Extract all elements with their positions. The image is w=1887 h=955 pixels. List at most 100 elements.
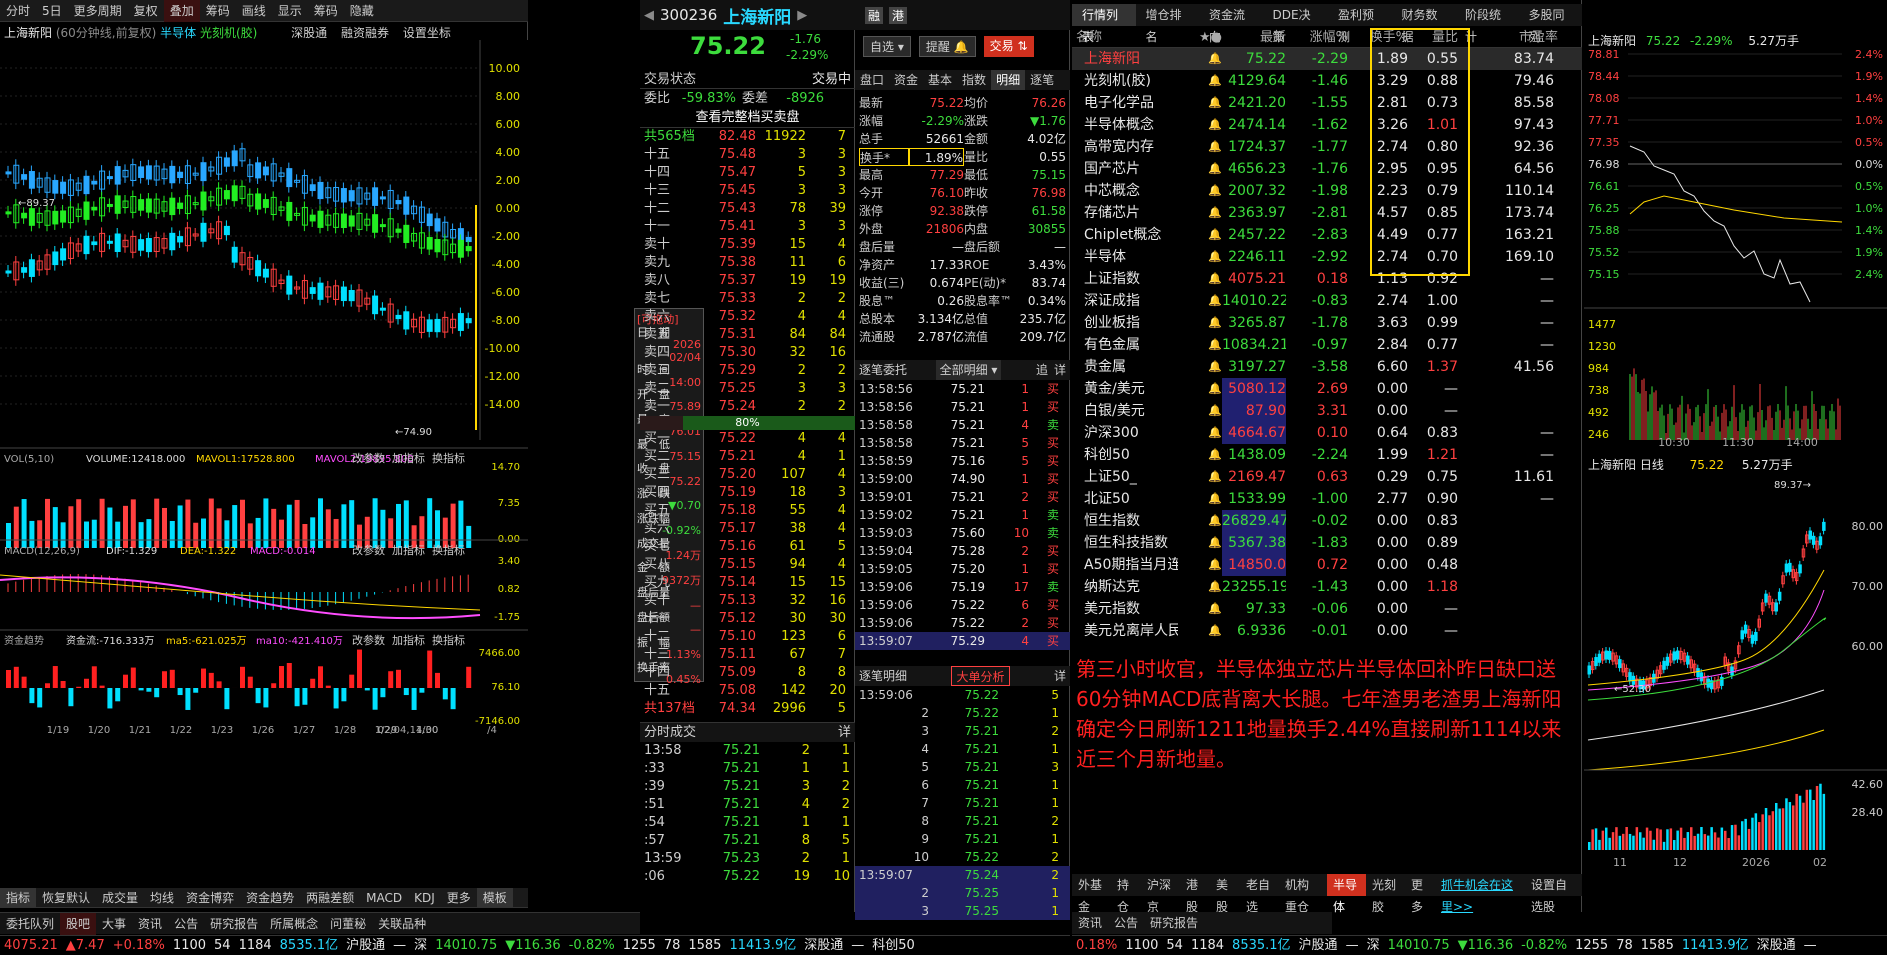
market-tab[interactable]: 资金流向 [1199,4,1263,44]
market-row[interactable]: 有色金属 🔔 10834.21 -0.97 2.84 0.77 — [1072,334,1582,356]
entrust-action-button[interactable]: 追 [1036,363,1048,377]
alert-bell-icon[interactable]: 🔔 [1178,532,1222,554]
detail-tab[interactable]: 明细 [991,70,1026,90]
tab-kdj[interactable]: KDJ [408,888,441,908]
intraday-chart[interactable]: 78.81 2.4% 78.44 1.9% 78.08 1.4% 77.71 1.0% 77.3… [1584,46,1887,448]
market-row[interactable]: 纳斯达克 🔔 23255.19 -1.43 0.00 1.18 [1072,576,1582,598]
detail-tab[interactable]: 资金 [889,70,923,90]
market-row[interactable]: 创业板指 🔔 3265.87 -1.78 3.63 0.99 — [1072,312,1582,334]
alert-bell-icon[interactable]: 🔔 [1178,48,1222,70]
tab-news-2[interactable]: 资讯 [1072,912,1108,934]
tab-fund-game[interactable]: 资金博弈 [180,888,240,908]
tab-events[interactable]: 大事 [96,913,132,935]
market-row[interactable]: 美元兑离岸人民币🔔 6.9336 -0.01 0.00 — [1072,620,1582,642]
vol-action[interactable]: 改参数 [352,451,385,465]
market-row[interactable]: A50期指当月连续🔔14850.0 0.72 0.00 0.48 [1072,554,1582,576]
alert-bell-icon[interactable]: 🔔 [1178,268,1222,290]
prev-stock-icon[interactable]: ◀ [644,8,654,23]
market-row[interactable]: 沪深300 🔔 4664.67 0.10 0.64 0.83 — [1072,422,1582,444]
fund-action[interactable]: 改参数 [352,633,385,647]
tab-guba[interactable]: 股吧 [60,913,97,935]
alert-bell-icon[interactable]: 🔔 [1178,290,1222,312]
market-tab[interactable]: 多股同列 [1518,4,1582,44]
detail-tab[interactable]: 基本 [923,70,957,90]
market-row[interactable]: 恒生科技指数 🔔 5367.38 -1.83 0.00 0.89 [1072,532,1582,554]
market-row[interactable]: 美元指数 🔔 97.33 -0.06 0.00 — [1072,598,1582,620]
watchlist-tab[interactable]: 机构重仓 [1279,874,1327,914]
display-button[interactable]: 显示 [272,0,308,22]
tab-5day[interactable]: 5日 [36,0,68,22]
market-col-header[interactable]: 市盈率 [1458,28,1558,47]
tab-related[interactable]: 关联品种 [372,913,432,935]
trade-button[interactable]: 交易 ⇅ [983,36,1034,57]
watchlist-tab[interactable]: 外基金 [1072,874,1111,914]
market-row[interactable]: 黄金/美元 🔔 5080.12 2.69 0.00 — [1072,378,1582,400]
market-tab[interactable]: 阶段统计 [1455,4,1519,44]
tab-research[interactable]: 研究报告 [204,913,264,935]
market-row[interactable]: 高带宽内存 🔔 1724.37 -1.77 2.74 0.80 92.36 [1072,136,1582,158]
tab-ma[interactable]: 均线 [144,888,180,908]
alert-bell-icon[interactable]: 🔔 [1178,466,1222,488]
tab-restore[interactable]: 恢复默认 [36,888,96,908]
alert-bell-icon[interactable]: 🔔 [1178,400,1222,422]
tab-announce[interactable]: 公告 [168,913,204,935]
watchlist-tab[interactable]: 沪深京 [1141,874,1180,914]
alert-bell-icon[interactable]: 🔔 [1178,422,1222,444]
watchlist-tab[interactable]: 老自选 [1240,874,1279,914]
market-tab[interactable]: 行情列表 [1072,4,1136,44]
tab-entrust-queue[interactable]: 委托队列 [0,913,60,935]
market-row[interactable]: 白银/美元 🔔 87.90 3.31 0.00 — [1072,400,1582,422]
kline-chart[interactable]: 10.00 8.00 6.00 4.00 2.00 0.00 -2.00 -4.00 -6.00… [0,40,528,925]
fund-action[interactable]: 换指标 [432,633,465,647]
alert-bell-icon[interactable]: 🔔 [1178,444,1222,466]
alert-bell-icon[interactable]: 🔔 [1178,510,1222,532]
tab-volume[interactable]: 成交量 [96,888,144,908]
alert-bell-icon[interactable]: 🔔 [1178,312,1222,334]
alert-bell-icon[interactable]: 🔔 [1178,554,1222,576]
chip-dist-button[interactable]: 筹码 [308,0,344,22]
market-row[interactable]: Chiplet概念 🔔 2457.22 -2.83 4.49 0.77 163.21 [1072,224,1582,246]
overlay-button[interactable]: 叠加 [163,0,200,22]
market-tab[interactable]: 盈利预测 [1328,4,1392,44]
tab-ask-secretary[interactable]: 问董秘 [324,913,372,935]
market-tab[interactable]: DDE决策 [1263,4,1328,44]
tab-research-2[interactable]: 研究报告 [1144,912,1204,934]
tab-indicator[interactable]: 指标 [0,888,37,908]
alert-bell-icon[interactable]: 🔔 [1178,224,1222,246]
full-book-button[interactable]: 查看完整档买卖盘 [640,108,855,128]
market-col-header[interactable]: 名称 [1072,28,1178,47]
hide-button[interactable]: 隐藏 [344,0,380,22]
market-row[interactable]: 国产芯片 🔔 4656.23 -1.76 2.95 0.95 64.56 [1072,158,1582,180]
tab-news[interactable]: 资讯 [132,913,168,935]
alert-bell-icon[interactable]: 🔔 [1178,158,1222,180]
entrust-filter-select[interactable]: 全部明细 ▾ [935,360,1002,380]
market-row[interactable]: 恒生指数 🔔 26829.47 -0.02 0.00 0.83 [1072,510,1582,532]
market-row[interactable]: 北证50 🔔 1533.99 -1.00 2.77 0.90 — [1072,488,1582,510]
market-row[interactable]: 上证50_ 🔔 2169.47 0.63 0.29 0.75 11.61 [1072,466,1582,488]
market-row[interactable]: 上证指数 🔔 4075.21 0.18 1.13 0.92— [1072,268,1582,290]
tab-margin-diff[interactable]: 两融差额 [300,888,360,908]
alert-bell-icon[interactable]: 🔔 [1178,202,1222,224]
market-row[interactable]: 上海新阳 🔔 75.22 -2.29 1.89 0.55 83.74 [1072,48,1582,70]
overlay-semiconductor[interactable]: 半导体 [160,26,196,40]
market-row[interactable]: 半导体概念 🔔 2474.14 -1.62 3.26 1.01 97.43 [1072,114,1582,136]
alert-bell-icon[interactable]: 🔔 [1178,180,1222,202]
alert-bell-icon[interactable]: 🔔 [1178,114,1222,136]
alert-bell-icon[interactable]: 🔔 [1178,576,1222,598]
watchlist-tab[interactable]: 更多 [1405,874,1435,914]
market-col-header[interactable]: 涨幅% [1286,28,1348,47]
tick-detail-button[interactable]: 详 [838,723,851,742]
adjust-button[interactable]: 复权 [128,0,164,22]
tab-more-periods[interactable]: 更多周期 [68,0,128,22]
tab-announce-2[interactable]: 公告 [1108,912,1144,934]
chips-button[interactable]: 筹码 [200,0,236,22]
macd-action[interactable]: 换指标 [432,543,465,557]
detail-tab[interactable]: 逐笔 [1025,70,1059,90]
alert-bell-icon[interactable]: 🔔 [1178,136,1222,158]
market-row[interactable]: 半导体 🔔 2246.11 -2.92 2.74 0.70 169.10 [1072,246,1582,268]
watchlist-tab[interactable]: 抓牛机会在这里>> [1435,874,1525,914]
fund-action[interactable]: 加指标 [392,633,425,647]
bigorder-analysis-button[interactable]: 大单分析 [951,666,1010,686]
alert-bell-icon[interactable]: 🔔 [1178,92,1222,114]
alert-bell-icon[interactable]: 🔔 [1178,334,1222,356]
